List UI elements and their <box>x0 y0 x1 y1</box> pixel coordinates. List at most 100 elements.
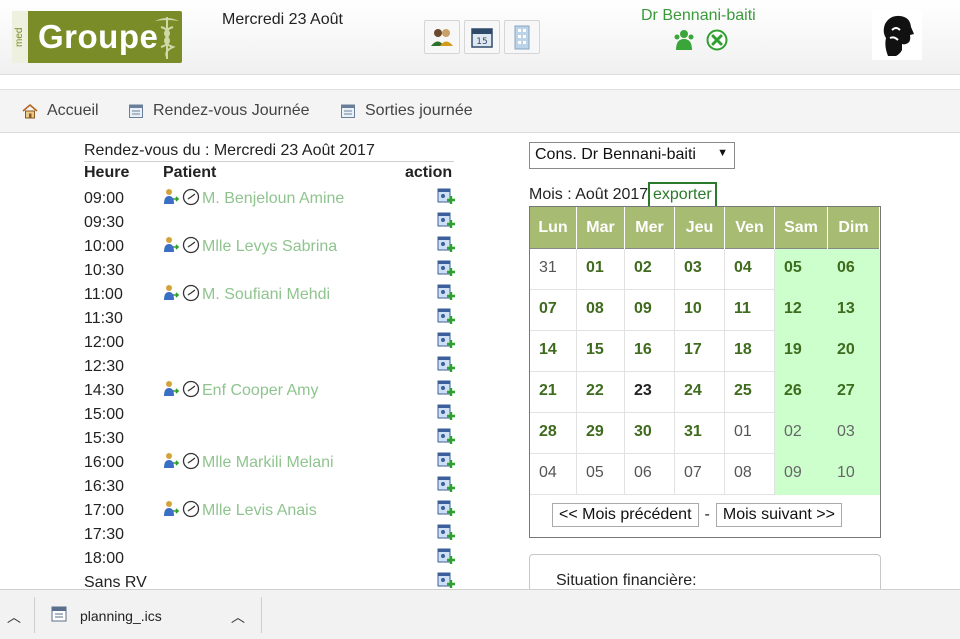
add-appointment-icon[interactable] <box>436 234 456 254</box>
calendar-day[interactable]: 20 <box>828 331 880 372</box>
calendar-day[interactable]: 15 <box>577 331 625 372</box>
add-appointment-icon[interactable] <box>436 282 456 302</box>
add-appointment-icon[interactable] <box>436 546 456 566</box>
add-appointment-icon[interactable] <box>436 378 456 398</box>
calendar-day[interactable]: 04 <box>725 249 775 290</box>
app-logo[interactable]: med Groupe <box>12 11 182 63</box>
calendar-day[interactable]: 03 <box>828 413 880 454</box>
calendar-day[interactable]: 18 <box>725 331 775 372</box>
clock-icon[interactable] <box>182 284 200 302</box>
calendar-day[interactable]: 05 <box>577 454 625 495</box>
nav-accueil[interactable]: Accueil <box>22 102 99 120</box>
patient-arrival-icon[interactable] <box>163 236 179 254</box>
add-appointment-icon[interactable] <box>436 522 456 542</box>
calendar-day[interactable]: 29 <box>577 413 625 454</box>
calendar-day[interactable]: 17 <box>675 331 725 372</box>
calendar-day[interactable]: 25 <box>725 372 775 413</box>
calendar-day[interactable]: 01 <box>725 413 775 454</box>
calendar-day[interactable]: 08 <box>725 454 775 495</box>
patient-arrival-icon[interactable] <box>163 380 179 398</box>
download-file-name[interactable]: planning_.ics <box>80 608 162 624</box>
logout-icon[interactable] <box>706 29 728 51</box>
calendar-day[interactable]: 16 <box>625 331 675 372</box>
patient-arrival-icon[interactable] <box>163 284 179 302</box>
add-appointment-icon[interactable] <box>436 426 456 446</box>
add-appointment-icon[interactable] <box>436 354 456 374</box>
patient-arrival-icon[interactable] <box>163 500 179 518</box>
add-appointment-icon[interactable] <box>436 474 456 494</box>
add-appointment-icon[interactable] <box>436 258 456 278</box>
calendar-day[interactable]: 08 <box>577 290 625 331</box>
calendar-day[interactable]: 24 <box>675 372 725 413</box>
prev-month-button[interactable]: << Mois précédent <box>552 503 699 527</box>
patients-button[interactable] <box>424 20 460 54</box>
next-month-button[interactable]: Mois suivant >> <box>715 503 842 527</box>
schedule-row: 15:00 <box>84 404 456 430</box>
nav-sorties-journee[interactable]: Sorties journée <box>340 102 473 120</box>
calendar-day[interactable]: 05 <box>775 249 828 290</box>
patient-link[interactable]: M. Soufiani Mehdi <box>202 286 330 304</box>
calendar-day[interactable]: 14 <box>530 331 577 372</box>
calendar-day[interactable]: 23 <box>625 372 675 413</box>
calendar-day[interactable]: 07 <box>530 290 577 331</box>
calendar-day[interactable]: 02 <box>775 413 828 454</box>
calendar-day[interactable]: 02 <box>625 249 675 290</box>
clock-icon[interactable] <box>182 500 200 518</box>
slot-status-icons <box>163 284 200 302</box>
clock-icon[interactable] <box>182 380 200 398</box>
patient-link[interactable]: Enf Cooper Amy <box>202 382 319 400</box>
calendar-day[interactable]: 27 <box>828 372 880 413</box>
add-appointment-icon[interactable] <box>436 186 456 206</box>
agenda-button[interactable]: 15 <box>464 20 500 54</box>
add-appointment-icon[interactable] <box>436 210 456 230</box>
slot-status-icons <box>163 188 200 206</box>
calendar-day[interactable]: 06 <box>828 249 880 290</box>
calendar-day[interactable]: 31 <box>530 249 577 290</box>
patient-link[interactable]: Mlle Levys Sabrina <box>202 238 337 256</box>
clock-icon[interactable] <box>182 452 200 470</box>
nav-rendez-vous-journee[interactable]: Rendez-vous Journée <box>128 102 310 120</box>
export-button[interactable]: exporter <box>648 182 717 208</box>
calendar-day[interactable]: 12 <box>775 290 828 331</box>
clinic-button[interactable] <box>504 20 540 54</box>
add-appointment-icon[interactable] <box>436 570 456 590</box>
patient-arrival-icon[interactable] <box>163 188 179 206</box>
slot-time: 15:00 <box>84 406 125 423</box>
clock-icon[interactable] <box>182 188 200 206</box>
calendar-day[interactable]: 13 <box>828 290 880 331</box>
patient-arrival-icon[interactable] <box>163 452 179 470</box>
calendar-day[interactable]: 28 <box>530 413 577 454</box>
doctor-select[interactable]: Cons. Dr Bennani-baiti ▼ <box>529 142 735 169</box>
calendar-day[interactable]: 26 <box>775 372 828 413</box>
user-status-icon[interactable] <box>673 29 695 51</box>
calendar-day[interactable]: 31 <box>675 413 725 454</box>
add-appointment-icon[interactable] <box>436 402 456 422</box>
patient-link[interactable]: Mlle Markili Melani <box>202 454 334 472</box>
calendar-day[interactable]: 06 <box>625 454 675 495</box>
add-appointment-icon[interactable] <box>436 450 456 470</box>
nav-label: Accueil <box>47 102 99 119</box>
calendar-day[interactable]: 07 <box>675 454 725 495</box>
calendar-day[interactable]: 09 <box>775 454 828 495</box>
calendar-day[interactable]: 04 <box>530 454 577 495</box>
chevron-up-icon[interactable]: ︿ <box>7 607 21 627</box>
calendar-day[interactable]: 01 <box>577 249 625 290</box>
calendar-day[interactable]: 30 <box>625 413 675 454</box>
calendar-day[interactable]: 19 <box>775 331 828 372</box>
add-appointment-icon[interactable] <box>436 330 456 350</box>
calendar-day[interactable]: 21 <box>530 372 577 413</box>
ent-specialty-icon <box>872 10 922 60</box>
calendar-day[interactable]: 09 <box>625 290 675 331</box>
patient-link[interactable]: Mlle Levis Anais <box>202 502 317 520</box>
schedule-row: 09:00 M. Benjeloun Amine <box>84 188 456 214</box>
calendar-day[interactable]: 22 <box>577 372 625 413</box>
calendar-day[interactable]: 11 <box>725 290 775 331</box>
calendar-day[interactable]: 03 <box>675 249 725 290</box>
add-appointment-icon[interactable] <box>436 306 456 326</box>
patient-link[interactable]: M. Benjeloun Amine <box>202 190 344 208</box>
chevron-up-icon[interactable]: ︿ <box>231 607 245 627</box>
clock-icon[interactable] <box>182 236 200 254</box>
add-appointment-icon[interactable] <box>436 498 456 518</box>
calendar-day[interactable]: 10 <box>675 290 725 331</box>
calendar-day[interactable]: 10 <box>828 454 880 495</box>
